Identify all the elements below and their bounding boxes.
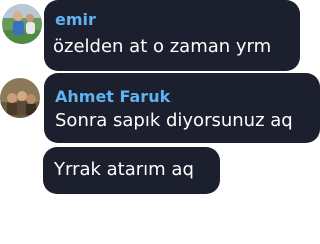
user-avatar-ahmet-faruk-icon: [0, 78, 40, 118]
avatar-emir[interactable]: [2, 4, 42, 44]
message-text: Yrrak atarım aq: [54, 159, 194, 180]
message-bubble: emir özelden at o zaman yrm: [44, 0, 300, 71]
user-avatar-emir-icon: [2, 4, 42, 44]
message-bubble: Ahmet Faruk Sonra sapık diyorsunuz aq: [44, 73, 320, 143]
message-text: özelden at o zaman yrm: [53, 36, 272, 57]
avatar-ahmet-faruk[interactable]: [0, 78, 40, 118]
message-bubble: Yrrak atarım aq: [43, 147, 220, 194]
message-author-name[interactable]: Ahmet Faruk: [55, 88, 170, 106]
message-text: Sonra sapık diyorsunuz aq: [55, 110, 293, 131]
message-author-name[interactable]: emir: [55, 11, 96, 29]
